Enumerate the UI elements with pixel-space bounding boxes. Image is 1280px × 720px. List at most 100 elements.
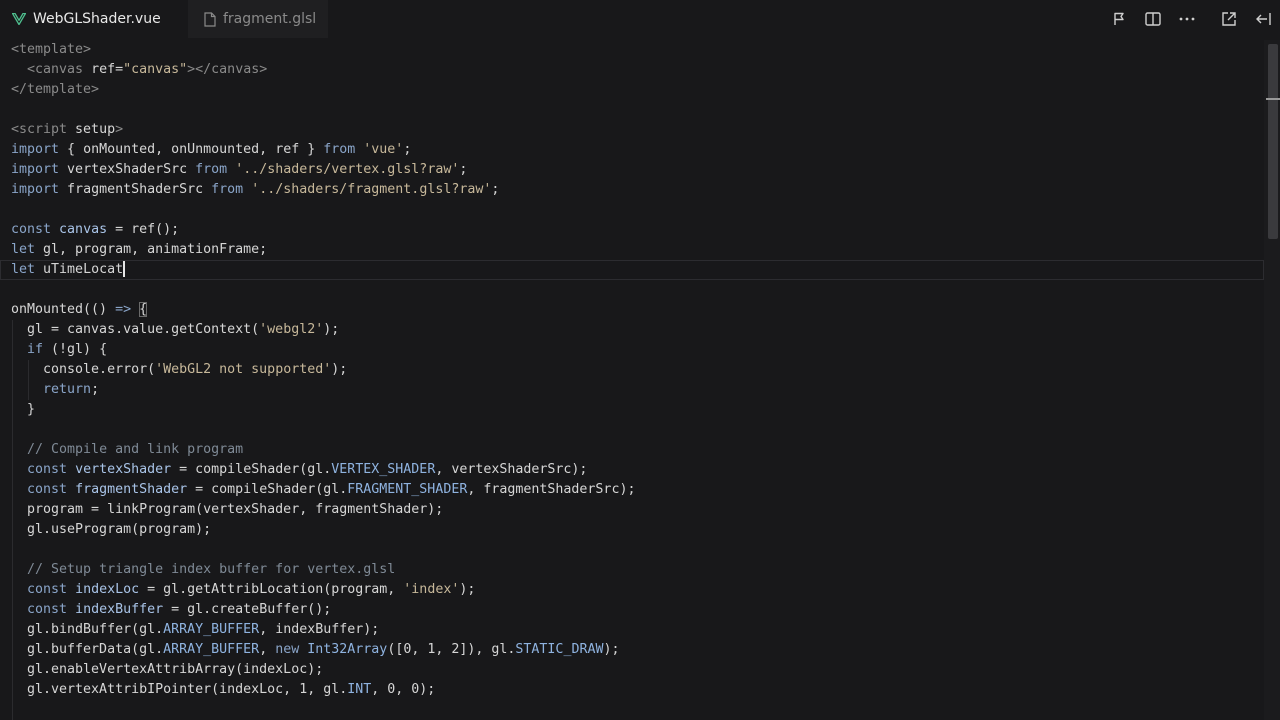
code-token: onMounted(() [11,302,116,317]
code-line[interactable]: <canvas ref="canvas"></canvas> [0,60,1264,80]
code-line[interactable]: import { onMounted, onUnmounted, ref } f… [0,140,1264,160]
code-line[interactable]: } [0,400,1264,420]
code-line[interactable]: gl.enableVertexAttribArray(indexLoc); [0,660,1264,680]
code-token: if [27,342,44,357]
code-line[interactable]: program = linkProgram(vertexShader, frag… [0,500,1264,520]
code-token: ; [491,182,500,197]
code-token: ); [459,582,476,597]
code-line[interactable]: return; [0,380,1264,400]
code-token: let [11,262,36,277]
code-line[interactable]: const fragmentShader = compileShader(gl.… [0,480,1264,500]
code-line[interactable] [0,280,1264,300]
code-line[interactable]: gl.bufferData(gl.ARRAY_BUFFER, new Int32… [0,640,1264,660]
code-token: = ref(); [107,222,180,237]
file-icon [204,11,216,27]
code-editor[interactable]: <template> <canvas ref="canvas"></canvas… [0,40,1264,720]
code-token: VERTEX_SHADER [331,462,436,477]
code-token: 'WebGL2 not supported' [155,362,332,377]
code-token: gl, program, animationFrame; [35,242,268,257]
code-token: setup [75,122,116,137]
open-external-icon[interactable] [1212,0,1246,38]
code-token: "canvas" [123,62,188,77]
code-line[interactable] [0,700,1264,720]
code-token: ([0, 1, 2]), gl. [387,642,516,657]
code-token: , 0, 0); [371,682,436,697]
code-line[interactable] [0,420,1264,440]
code-token: const [27,602,68,617]
text-cursor [123,261,126,277]
vertical-scrollbar[interactable] [1264,40,1280,720]
code-line[interactable]: gl.vertexAttribIPointer(indexLoc, 1, gl.… [0,680,1264,700]
format-icon[interactable] [1102,0,1136,38]
code-token: = compileShader(gl. [187,482,348,497]
code-token: ></canvas> [187,62,268,77]
code-line[interactable]: const canvas = ref(); [0,220,1264,240]
code-line[interactable]: console.error('WebGL2 not supported'); [0,360,1264,380]
code-line[interactable]: gl.useProgram(program); [0,520,1264,540]
code-line[interactable]: import vertexShaderSrc from '../shaders/… [0,160,1264,180]
split-editor-icon[interactable] [1136,0,1170,38]
code-token: => [115,302,132,317]
indent-guide [11,360,13,380]
indent-guide [27,380,29,400]
code-line[interactable]: import fragmentShaderSrc from '../shader… [0,180,1264,200]
code-line[interactable]: let gl, program, animationFrame; [0,240,1264,260]
tab-label: WebGLShader.vue [33,11,161,27]
indent-guide [11,680,13,700]
scrollbar-thumb[interactable] [1268,44,1278,239]
code-token: FRAGMENT_SHADER [347,482,468,497]
editor-toolbar [1102,0,1280,38]
indent-guide [11,560,13,580]
code-token: ); [603,642,620,657]
more-icon[interactable] [1170,0,1204,38]
code-line[interactable]: const indexBuffer = gl.createBuffer(); [0,600,1264,620]
code-token: ARRAY_BUFFER [163,622,260,637]
code-token: gl.bufferData(gl. [11,642,164,657]
indent-guide [11,500,13,520]
indent-guide [11,320,13,340]
code-line[interactable] [0,540,1264,560]
code-token: from [195,162,228,177]
code-token: 'vue' [363,142,404,157]
code-token: (!gl) { [43,342,108,357]
indent-guide [11,600,13,620]
code-token: let [11,242,36,257]
code-token: ); [331,362,348,377]
code-line[interactable]: // Setup triangle index buffer for verte… [0,560,1264,580]
code-line[interactable] [0,100,1264,120]
indent-guide [11,340,13,360]
code-token: , [259,642,276,657]
code-token: </template> [11,82,100,97]
code-line[interactable]: onMounted(() => { [0,300,1264,320]
code-token: ARRAY_BUFFER [163,642,260,657]
code-token: console.error( [11,362,156,377]
code-line[interactable]: <script setup> [0,120,1264,140]
code-line[interactable]: </template> [0,80,1264,100]
code-line[interactable]: gl.bindBuffer(gl.ARRAY_BUFFER, indexBuff… [0,620,1264,640]
tab-fragment-glsl[interactable]: fragment.glsl [188,0,328,38]
code-line[interactable]: // Compile and link program [0,440,1264,460]
code-line[interactable]: gl = canvas.value.getContext('webgl2'); [0,320,1264,340]
code-line[interactable]: const indexLoc = gl.getAttribLocation(pr… [0,580,1264,600]
code-token: , indexBuffer); [259,622,380,637]
code-token: vertexShader [75,462,172,477]
code-token: { onMounted, onUnmounted, ref } [59,142,324,157]
code-line[interactable] [0,200,1264,220]
code-line[interactable]: if (!gl) { [0,340,1264,360]
code-line[interactable]: let uTimeLocat [0,260,1264,280]
code-token: const [27,482,68,497]
tab-webglshader-vue[interactable]: WebGLShader.vue [0,0,188,38]
collapse-panel-icon[interactable] [1246,0,1280,38]
code-line[interactable]: <template> [0,40,1264,60]
indent-guide [11,480,13,500]
code-token: gl.useProgram(program); [11,522,212,537]
code-line[interactable]: const vertexShader = compileShader(gl.VE… [0,460,1264,480]
